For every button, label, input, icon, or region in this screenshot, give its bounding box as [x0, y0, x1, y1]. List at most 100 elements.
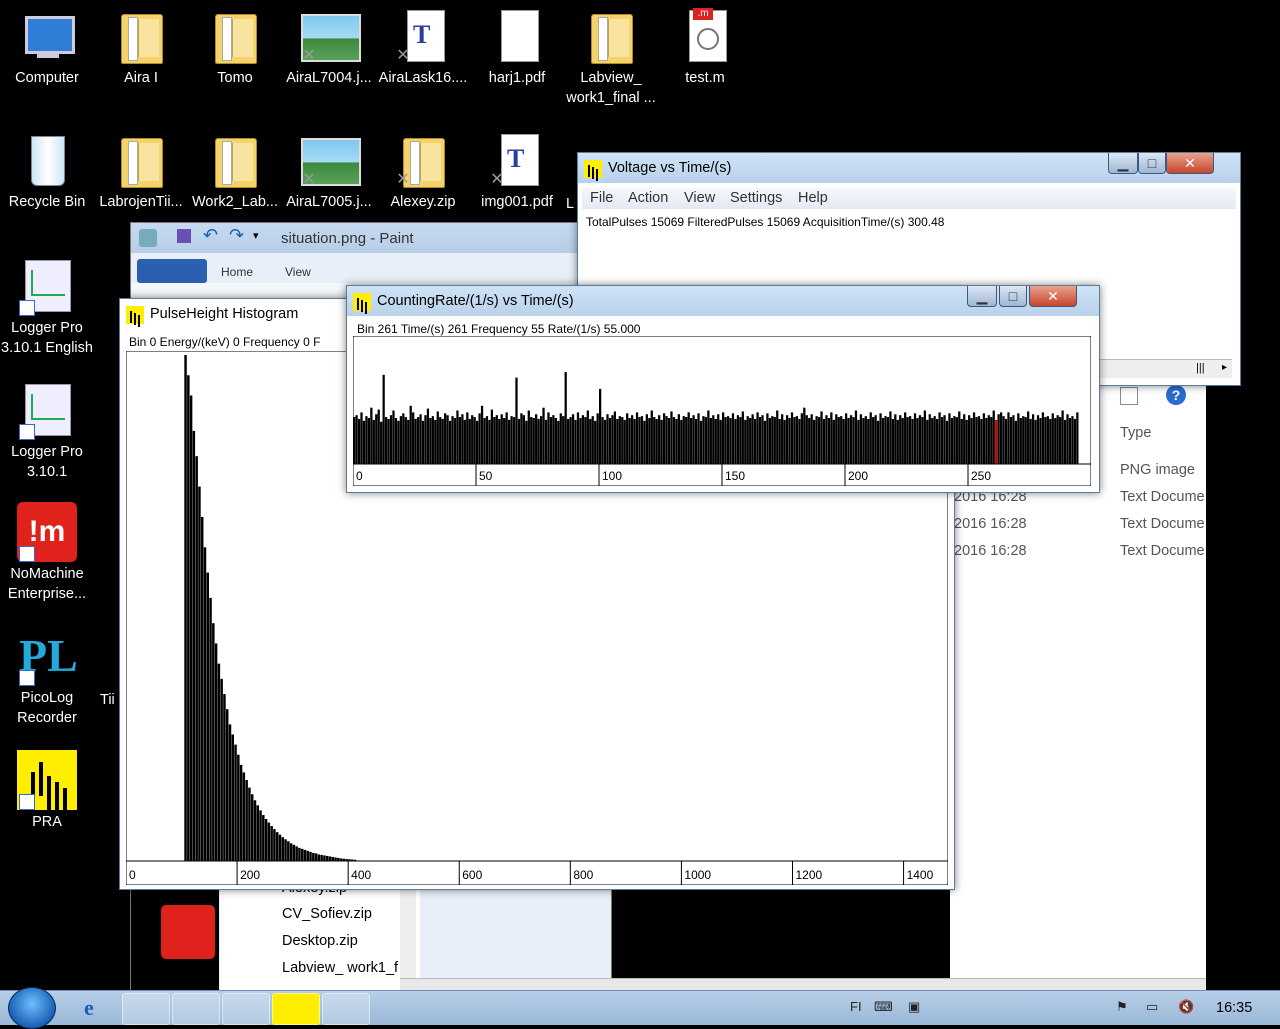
start-button[interactable]: [8, 987, 56, 1029]
desktop-icon-nomachine[interactable]: !m NoMachine Enterprise...: [0, 502, 94, 604]
menu-item-view[interactable]: View: [684, 190, 715, 206]
rate-bar: [662, 413, 666, 464]
rate-bar: [1056, 415, 1059, 464]
rate-chart[interactable]: 0 50 100 150 200 250: [353, 336, 1091, 486]
window-titlebar[interactable]: CountingRate/(1/s) vs Time/(s) ▁ □ ✕: [347, 286, 1099, 316]
rate-bar: [970, 418, 973, 464]
window-title: CountingRate/(1/s) vs Time/(s): [377, 293, 574, 309]
rate-bar: [928, 414, 931, 464]
histogram-bar: [270, 826, 273, 861]
taskbar-media-button[interactable]: [172, 993, 220, 1025]
close-button[interactable]: ✕: [1029, 286, 1077, 307]
scrollbar-thumb[interactable]: |||: [1196, 362, 1205, 374]
rate-bar: [394, 418, 398, 464]
matlab-file-icon: .m: [675, 6, 735, 66]
menu-item-settings[interactable]: Settings: [730, 190, 782, 206]
rate-bar: [667, 418, 671, 464]
taskbar-paint-button[interactable]: [322, 993, 370, 1025]
menu-item-help[interactable]: Help: [798, 190, 828, 206]
menu-item-file[interactable]: File: [590, 190, 613, 206]
file-type: PNG image: [1120, 462, 1195, 478]
desktop-icon-picolog[interactable]: PL PicoLog Recorder: [0, 626, 94, 728]
volume-icon[interactable]: 🔇: [1178, 999, 1194, 1015]
rate-bar: [493, 417, 496, 464]
flag-icon[interactable]: ⚑: [1116, 999, 1128, 1015]
window-titlebar[interactable]: Voltage vs Time/(s) ▁ □ ✕: [578, 153, 1240, 183]
redo-icon[interactable]: ↷: [229, 225, 244, 246]
desktop-icon-harj1-pdf[interactable]: harj1.pdf: [470, 6, 564, 88]
menu-item-action[interactable]: Action: [628, 190, 668, 206]
rate-bar: [444, 413, 447, 464]
paint-titlebar[interactable]: ↶ ↷ ▾ situation.png - Paint: [131, 223, 611, 253]
rate-bar: [416, 417, 420, 464]
file-date: 2016 16:28: [954, 516, 1027, 532]
desktop-icon-tomo[interactable]: Tomo: [188, 6, 282, 88]
desktop-icon-logger-pro-english[interactable]: Logger Pro 3.10.1 English: [0, 256, 94, 358]
desktop-icon-pra[interactable]: PRA: [0, 750, 94, 832]
histogram-bar: [245, 780, 248, 861]
rate-bar: [362, 420, 366, 464]
desktop-icon-img001-pdf[interactable]: T ✕ img001.pdf: [470, 130, 564, 212]
desktop-icon-work2-lab[interactable]: Work2_Lab...: [188, 130, 282, 212]
rate-bar: [623, 419, 626, 464]
rate-bar: [908, 416, 912, 464]
desktop-icon-airal7004[interactable]: ✕ AiraL7004.j...: [282, 6, 376, 88]
rate-bar: [894, 414, 897, 464]
desktop-icon-airalask16[interactable]: T ✕ AiraLask16....: [376, 6, 470, 88]
language-indicator[interactable]: FI: [850, 999, 862, 1014]
x-tick-label: 400: [351, 868, 371, 882]
rate-bar: [936, 418, 939, 464]
taskbar-explorer-button[interactable]: [122, 993, 170, 1025]
list-item[interactable]: Labview_ work1_f: [282, 960, 398, 976]
desktop-icon-label-line2: 3.10.1: [26, 464, 68, 480]
desktop-icon-computer[interactable]: Computer: [0, 6, 94, 88]
desktop-icon-airal7005[interactable]: ✕ AiraL7005.j...: [282, 130, 376, 212]
desktop-icon-recycle-bin[interactable]: Recycle Bin: [0, 130, 94, 212]
rate-bar: [478, 413, 481, 464]
desktop-icon-test-m[interactable]: .m test.m: [658, 6, 752, 88]
help-icon[interactable]: ?: [1166, 385, 1186, 405]
histogram-bar: [314, 853, 318, 861]
tab-home[interactable]: Home: [221, 265, 253, 279]
list-item[interactable]: Desktop.zip: [282, 933, 358, 949]
explorer-file-list[interactable]: Alexey.zip CV_Sofiev.zip Desktop.zip Lab…: [220, 880, 420, 990]
rate-bar: [611, 415, 614, 464]
desktop-icon-labview-zip[interactable]: Labview_ work1_final ...: [564, 6, 658, 108]
scrollbar[interactable]: [400, 880, 416, 990]
tab-view[interactable]: View: [285, 265, 311, 279]
close-button[interactable]: ✕: [1166, 153, 1214, 174]
minimize-button[interactable]: ▁: [1108, 153, 1138, 174]
histogram-bar: [220, 678, 223, 861]
desktop-icon-logger-pro[interactable]: Logger Pro 3.10.1: [0, 380, 94, 482]
rate-window[interactable]: CountingRate/(1/s) vs Time/(s) ▁ □ ✕ Bin…: [346, 285, 1100, 493]
paint-file-menu-button[interactable]: [137, 259, 207, 283]
rate-bar: [594, 420, 597, 464]
column-header-type[interactable]: Type: [1120, 425, 1151, 441]
taskbar-pra-button[interactable]: [272, 993, 320, 1025]
undo-icon[interactable]: ↶: [203, 225, 218, 246]
list-item[interactable]: CV_Sofiev.zip: [282, 906, 372, 922]
x-tick-label: 600: [462, 868, 482, 882]
rate-bar: [380, 421, 383, 464]
desktop-icon-labrojentii[interactable]: LabrojenTii...: [94, 130, 188, 212]
preview-pane-icon[interactable]: [1120, 387, 1138, 405]
maximize-button[interactable]: □: [1138, 153, 1166, 174]
chevron-down-icon[interactable]: ▾: [253, 229, 259, 242]
desktop-icon-aira-i[interactable]: Aira I: [94, 6, 188, 88]
rate-bar: [1007, 412, 1010, 464]
histogram-bar: [189, 395, 193, 861]
save-icon[interactable]: [177, 229, 191, 243]
rate-bar: [692, 415, 695, 464]
monitor-icon[interactable]: ▭: [1146, 999, 1158, 1015]
network-icon[interactable]: ▣: [908, 999, 920, 1015]
clock[interactable]: 16:35: [1216, 1000, 1252, 1016]
internet-explorer-icon[interactable]: e: [84, 995, 94, 1021]
desktop-icon-alexey-zip[interactable]: ✕ Alexey.zip: [376, 130, 470, 212]
rate-bar: [468, 418, 471, 464]
keyboard-icon[interactable]: ⌨: [874, 999, 893, 1015]
rate-bar: [429, 418, 432, 464]
minimize-button[interactable]: ▁: [967, 286, 997, 307]
taskbar-app-button[interactable]: [222, 993, 270, 1025]
scroll-right-icon[interactable]: ▸: [1222, 362, 1227, 373]
maximize-button[interactable]: □: [999, 286, 1027, 307]
